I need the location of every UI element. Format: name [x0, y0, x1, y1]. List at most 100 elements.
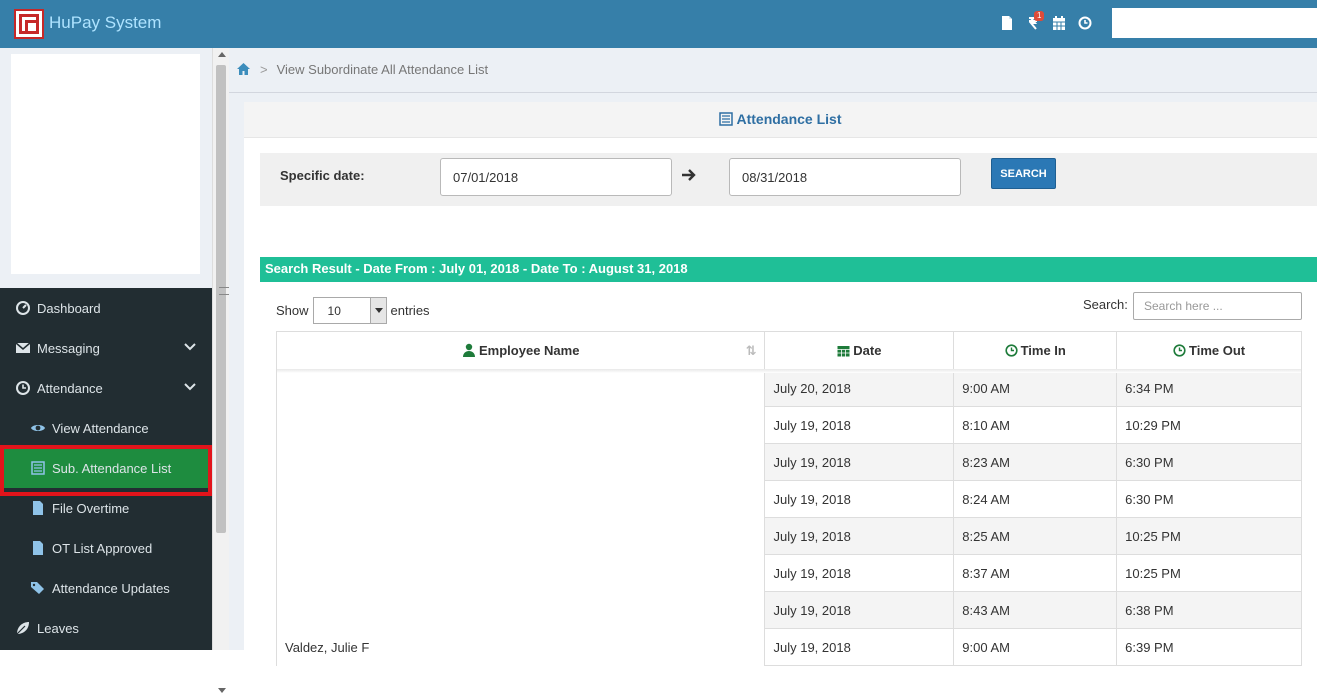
sidebar-item-file-overtime[interactable]: File Overtime — [0, 488, 212, 528]
cell-time-in: 9:00 AM — [953, 369, 1118, 407]
cell-time-in: 9:00 AM — [953, 628, 1118, 666]
cell-time-in: 8:10 AM — [953, 406, 1118, 444]
file-icon[interactable] — [1000, 15, 1014, 31]
cell-employee-name: Valdez, Julie F — [275, 628, 766, 666]
cell-date: July 20, 2018 — [764, 369, 955, 407]
scroll-down-arrow-icon[interactable] — [218, 688, 226, 693]
column-header-time-in[interactable]: Time In — [953, 331, 1118, 370]
chevron-down-icon — [184, 343, 196, 351]
table-search-label: Search: — [1083, 297, 1128, 312]
app-logo[interactable] — [14, 9, 44, 39]
app-title[interactable]: HuPay System — [49, 13, 161, 33]
cell-time-out: 6:38 PM — [1116, 591, 1302, 629]
table-row[interactable]: July 19, 2018 8:23 AM 6:30 PM — [275, 443, 1302, 481]
cell-employee-name — [275, 406, 766, 444]
cell-time-in: 8:23 AM — [953, 443, 1118, 481]
sidebar-item-attendance[interactable]: Attendance — [0, 368, 212, 408]
search-button[interactable]: SEARCH — [991, 158, 1056, 189]
table-row[interactable]: July 19, 2018 8:43 AM 6:38 PM — [275, 591, 1302, 629]
breadcrumb-current: View Subordinate All Attendance List — [276, 61, 489, 77]
sidebar-item-label: Attendance — [37, 380, 103, 396]
entries-select[interactable]: 10 — [312, 297, 387, 324]
cell-date: July 19, 2018 — [764, 628, 955, 666]
sidebar-item-dashboard[interactable]: Dashboard — [0, 288, 212, 328]
cell-employee-name — [275, 554, 766, 592]
chevron-down-icon — [184, 383, 196, 391]
sidebar-item-attendance-updates[interactable]: Attendance Updates — [0, 568, 212, 608]
scrollbar-thumb[interactable] — [216, 65, 229, 533]
arrow-right-icon — [682, 169, 696, 181]
leaf-icon — [16, 622, 29, 635]
sidebar-item-label: Attendance Updates — [52, 580, 170, 596]
cell-employee-name — [275, 369, 766, 407]
user-icon — [463, 343, 476, 357]
chevron-down-icon[interactable] — [369, 298, 386, 323]
divider — [229, 92, 1317, 93]
cell-time-in: 8:25 AM — [953, 517, 1118, 555]
sidebar-item-label: Messaging — [37, 340, 100, 356]
sidebar-item-messaging[interactable]: Messaging — [0, 328, 212, 368]
cell-time-out: 10:29 PM — [1116, 406, 1302, 444]
date-to-input[interactable] — [729, 158, 961, 196]
dashboard-icon — [16, 301, 30, 315]
home-icon[interactable] — [236, 62, 251, 76]
cell-time-out: 6:39 PM — [1116, 628, 1302, 666]
cell-date: July 19, 2018 — [764, 480, 955, 518]
money-notification-icon[interactable]: 1 — [1026, 11, 1045, 31]
breadcrumb-separator: > — [260, 61, 268, 77]
scroll-up-arrow-icon[interactable] — [218, 52, 226, 57]
cell-time-out: 6:30 PM — [1116, 443, 1302, 481]
header-icons: 1 — [1000, 11, 1092, 34]
sort-icon[interactable]: ⇅ — [746, 343, 757, 359]
cell-time-out: 10:25 PM — [1116, 554, 1302, 592]
cell-time-out: 10:25 PM — [1116, 517, 1302, 555]
table-header-row: Employee Name ⇅ Date Time In Time Out — [275, 331, 1302, 370]
table-header-shadow — [277, 369, 1301, 373]
cell-date: July 19, 2018 — [764, 406, 955, 444]
sidebar-item-label: View Attendance — [52, 420, 149, 436]
sidebar-item-ot-list-approved[interactable]: OT List Approved — [0, 528, 212, 568]
calendar-icon[interactable] — [1052, 15, 1066, 31]
calendar-icon — [837, 346, 850, 357]
cell-time-out: 6:30 PM — [1116, 480, 1302, 518]
cell-employee-name — [275, 480, 766, 518]
sidebar-item-label: File Overtime — [52, 500, 130, 516]
entries-length-control: Show 10 entries — [276, 297, 430, 324]
sidebar-item-leaves[interactable]: Leaves — [0, 608, 212, 648]
cell-employee-name — [275, 517, 766, 555]
column-header-employee-name[interactable]: Employee Name ⇅ — [275, 331, 766, 370]
file-icon — [33, 501, 43, 515]
cell-time-out: 6:34 PM — [1116, 369, 1302, 407]
cell-date: July 19, 2018 — [764, 443, 955, 481]
file-icon — [33, 541, 43, 555]
cell-time-in: 8:37 AM — [953, 554, 1118, 592]
envelope-icon — [15, 342, 31, 353]
table-row[interactable]: July 19, 2018 8:10 AM 10:29 PM — [275, 406, 1302, 444]
column-header-time-out[interactable]: Time Out — [1116, 331, 1302, 370]
cell-employee-name — [275, 591, 766, 629]
entries-label: entries — [390, 303, 430, 318]
cell-date: July 19, 2018 — [764, 591, 955, 629]
specific-date-label: Specific date: — [280, 168, 365, 183]
date-from-input[interactable] — [440, 158, 672, 196]
table-row[interactable]: July 19, 2018 8:37 AM 10:25 PM — [275, 554, 1302, 592]
table-row[interactable]: July 19, 2018 8:25 AM 10:25 PM — [275, 517, 1302, 555]
cell-date: July 19, 2018 — [764, 554, 955, 592]
cell-time-in: 8:43 AM — [953, 591, 1118, 629]
user-profile-card — [11, 54, 200, 274]
sidebar-item-view-attendance[interactable]: View Attendance — [0, 408, 212, 448]
sidebar-scrollbar[interactable] — [212, 48, 229, 693]
clock-icon — [1173, 344, 1186, 357]
table-search-input[interactable] — [1133, 292, 1302, 320]
table-row[interactable]: July 19, 2018 8:24 AM 6:30 PM — [275, 480, 1302, 518]
table-row[interactable]: Valdez, Julie F July 19, 2018 9:00 AM 6:39 … — [275, 628, 1302, 666]
column-header-date[interactable]: Date — [764, 331, 955, 370]
table-row[interactable]: July 20, 2018 9:00 AM 6:34 PM — [275, 369, 1302, 407]
header-search-input[interactable] — [1112, 8, 1317, 38]
attendance-table: Employee Name ⇅ Date Time In Time Out Ju… — [275, 331, 1302, 666]
search-result-banner: Search Result - Date From : July 01, 201… — [260, 257, 1317, 282]
cell-date: July 19, 2018 — [764, 517, 955, 555]
clock-icon[interactable] — [1078, 15, 1092, 31]
clock-icon — [16, 381, 30, 395]
panel-title: Attendance List — [244, 111, 1317, 127]
